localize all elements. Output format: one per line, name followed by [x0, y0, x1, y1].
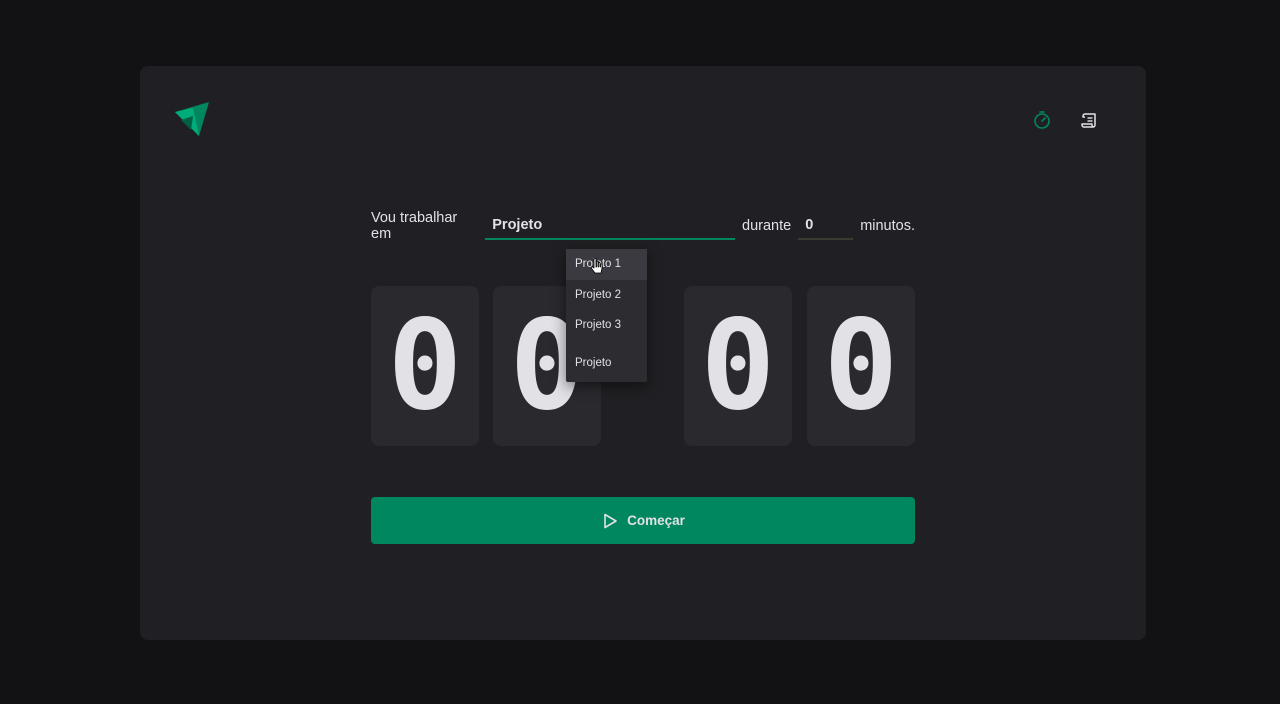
- duration-label: durante: [742, 218, 792, 234]
- seconds-ones-digit: 0: [807, 286, 915, 446]
- task-label: Vou trabalhar em: [371, 210, 458, 242]
- play-icon: [604, 513, 617, 528]
- app-container: Vou trabalhar em durante minutos. 0 0 0 …: [140, 66, 1146, 640]
- timer-icon: [1034, 111, 1050, 129]
- task-form: Vou trabalhar em durante minutos.: [371, 210, 915, 242]
- task-suggestions-dropdown: Projeto 1 Projeto 2 Projeto 3 Projeto: [566, 249, 647, 382]
- nav-history-button[interactable]: [1078, 108, 1102, 132]
- minutes-tens-digit: 0: [371, 286, 479, 446]
- start-button-label: Começar: [627, 513, 685, 528]
- nav-timer-button[interactable]: [1030, 108, 1054, 132]
- suggestion-item[interactable]: Projeto 1: [566, 249, 647, 280]
- mouse-cursor-icon: [590, 258, 603, 274]
- seconds-tens-digit: 0: [684, 286, 792, 446]
- start-button[interactable]: Começar: [371, 497, 915, 544]
- main-nav: [1030, 108, 1102, 132]
- scroll-icon: [1081, 113, 1096, 128]
- minutes-unit-label: minutos.: [860, 218, 915, 234]
- suggestion-item[interactable]: Projeto 3: [566, 310, 647, 341]
- suggestion-item[interactable]: Projeto: [566, 348, 647, 379]
- logo-icon: [175, 102, 209, 136]
- task-input[interactable]: [485, 212, 735, 240]
- minutes-input[interactable]: [798, 212, 854, 240]
- suggestion-item[interactable]: Projeto 2: [566, 280, 647, 311]
